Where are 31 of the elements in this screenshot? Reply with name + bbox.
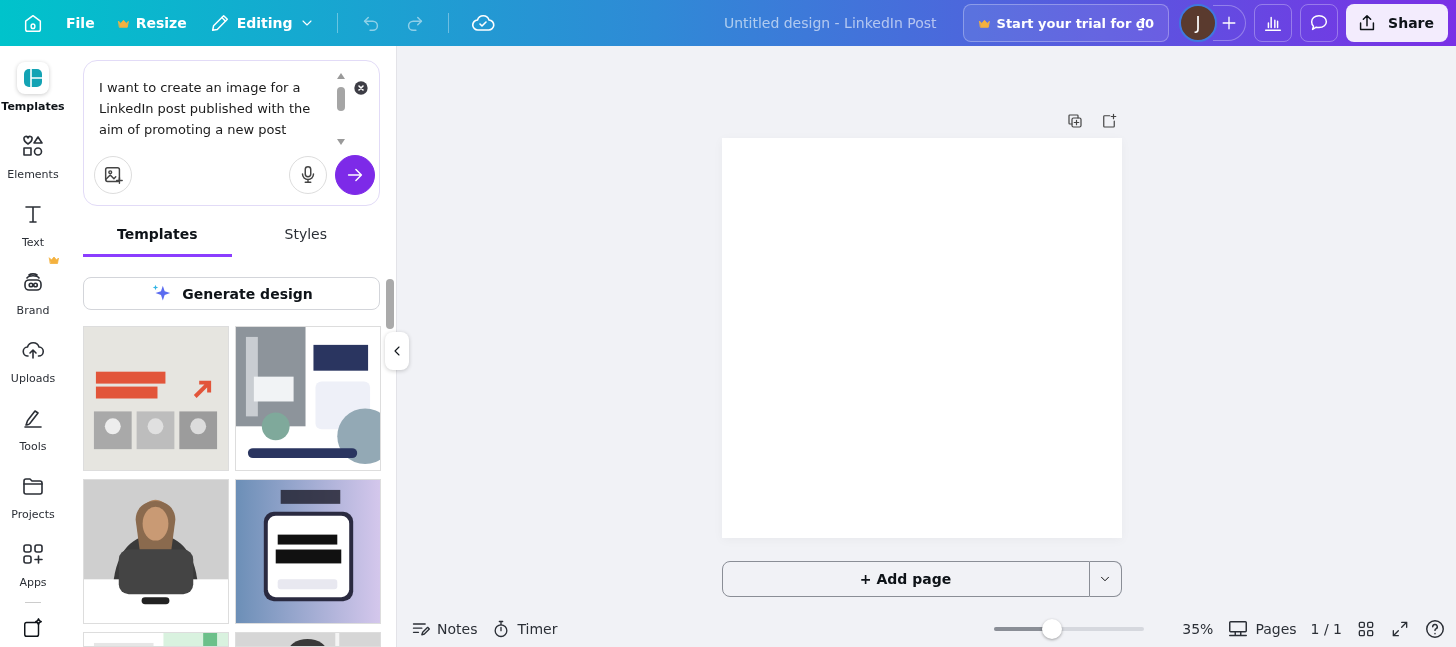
help-icon[interactable] xyxy=(1424,618,1446,640)
share-button[interactable]: Share xyxy=(1346,4,1448,42)
analytics-button[interactable] xyxy=(1254,4,1293,42)
apps-icon xyxy=(21,542,45,566)
tab[interactable]: Templates xyxy=(83,214,232,258)
brand-icon xyxy=(21,270,45,294)
pages-button[interactable]: Pages xyxy=(1227,618,1297,640)
grid-view-icon[interactable] xyxy=(1356,619,1376,639)
fullscreen-icon[interactable] xyxy=(1390,619,1410,639)
timer-button[interactable]: Timer xyxy=(491,619,558,639)
slider-thumb[interactable] xyxy=(1042,619,1063,639)
duplicate-page-icon[interactable] xyxy=(1065,112,1084,130)
prompt-box[interactable]: I want to create an image for a LinkedIn post published with the aim of promoting a new post xyxy=(83,60,380,207)
magic-image-icon[interactable] xyxy=(22,617,44,639)
scrollbar[interactable] xyxy=(336,73,346,145)
tab[interactable]: Styles xyxy=(231,214,380,258)
add-page-dropdown[interactable] xyxy=(1089,561,1122,597)
zoom-percentage[interactable]: 35% xyxy=(1182,621,1214,637)
trial-button[interactable]: Start your trial for ₫0 xyxy=(962,4,1170,42)
templates-icon xyxy=(21,66,45,90)
clear-icon[interactable] xyxy=(353,80,369,96)
add-page-button[interactable]: + Add page xyxy=(721,561,1090,597)
avatar[interactable]: J xyxy=(1179,4,1218,42)
send-button[interactable] xyxy=(335,155,375,196)
prompt-field[interactable]: I want to create an image for a LinkedIn post published with the aim of promoting a new post xyxy=(99,77,321,140)
elements-icon xyxy=(21,134,45,158)
notes-button[interactable]: Notes xyxy=(411,619,478,639)
page-count: 1 / 1 xyxy=(1310,621,1342,637)
comment-button[interactable] xyxy=(1300,4,1339,42)
generate-design-button[interactable]: Generate design xyxy=(83,277,380,310)
image-plus-icon xyxy=(102,164,124,187)
